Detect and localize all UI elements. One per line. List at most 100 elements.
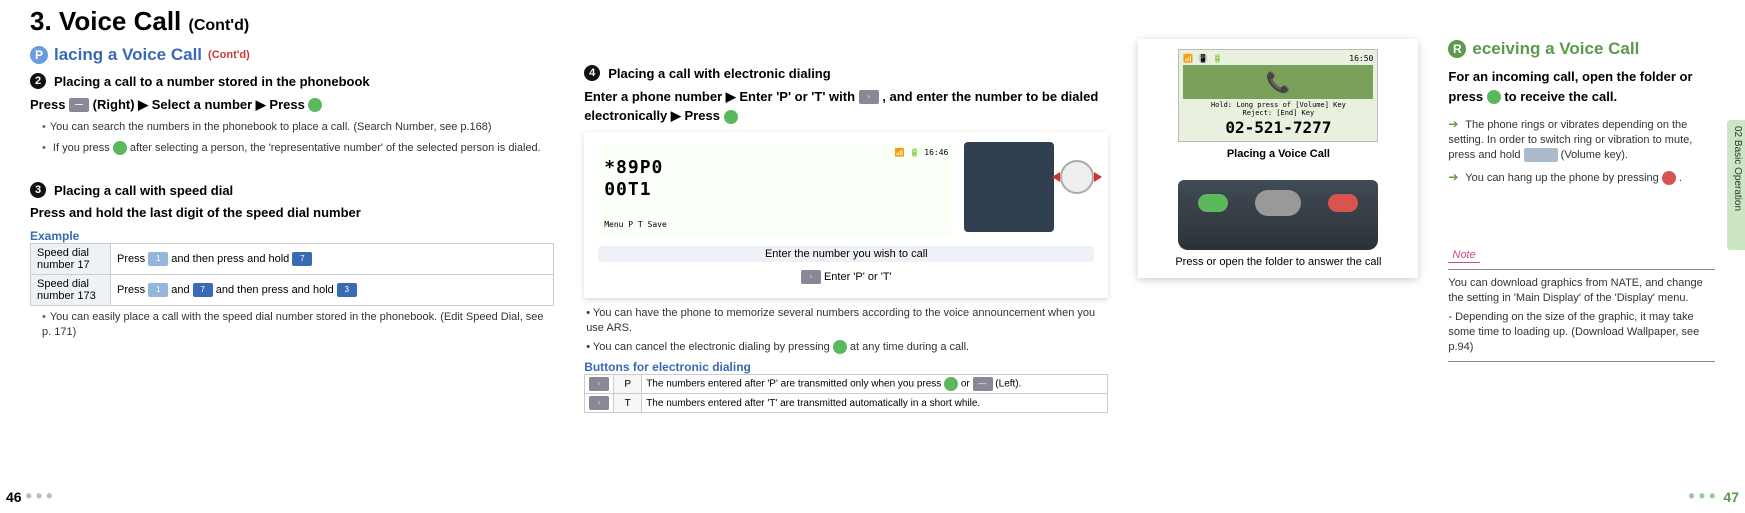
step2-instr-b: (Right) ▶ Select a number ▶ Press <box>93 97 305 112</box>
section-receiving-head: R eceiving a Voice Call <box>1448 39 1715 59</box>
step3-foot: •You can easily place a call with the sp… <box>42 310 554 340</box>
table-row: Speed dial number 17 Press 1 and then pr… <box>31 243 554 274</box>
receiving-bullet1: ➔ The phone rings or vibrates depending … <box>1448 116 1715 163</box>
dots-icon: ••• <box>26 486 57 506</box>
sd173-label: Speed dial number 173 <box>31 274 111 305</box>
title-prefix: 3. <box>30 6 52 36</box>
folder-keypad-illustration <box>1178 180 1378 250</box>
electronic-dial-buttons-table: ◦ P The numbers entered after 'P' are tr… <box>584 374 1108 413</box>
call-key-icon-3 <box>724 110 738 124</box>
phone-screen: 📶 🔋 16:46 *89P0 00T1 Menu P T Save <box>598 142 954 236</box>
badge-p: P <box>30 46 48 64</box>
callout-enter-pt: ◦ Enter 'P' or 'T' <box>598 270 1094 284</box>
end-key-icon <box>1662 171 1676 185</box>
step-2-instr: Press — (Right) ▶ Select a number ▶ Pres… <box>30 95 554 115</box>
table-row: ◦ T The numbers entered after 'T' are tr… <box>585 394 1108 413</box>
t-desc-cell: The numbers entered after 'T' are transm… <box>642 394 1108 413</box>
phone-card-1: 📶 📳 🔋16:50 📞 Hold: Long press of [Volume… <box>1138 39 1418 278</box>
incoming-number: 02-521-7277 <box>1183 118 1373 137</box>
note-rule-2 <box>1448 361 1715 362</box>
arrow-icon: ➔ <box>1448 117 1458 131</box>
step2-note1: •You can search the numbers in the phone… <box>42 120 554 135</box>
electronic-dial-figure: 📶 🔋 16:46 *89P0 00T1 Menu P T Save Enter… <box>584 132 1108 298</box>
col-right: 📶 📳 🔋16:50 📞 Hold: Long press of [Volume… <box>1138 39 1715 413</box>
green-call-button <box>1198 194 1228 212</box>
nav-key-icon-2: ◦ <box>859 90 879 104</box>
step3-instr: Press and hold the last digit of the spe… <box>30 203 554 223</box>
page-number-right: •••47 <box>1689 486 1739 507</box>
call-key-icon-6 <box>1487 90 1501 104</box>
nav-key-icon-3: — <box>973 377 993 391</box>
sd17-label: Speed dial number 17 <box>31 243 111 274</box>
arrow-icon-2: ➔ <box>1448 170 1458 184</box>
screen-time2: 16:50 <box>1349 54 1373 63</box>
call-key-icon <box>308 98 322 112</box>
nav-key-icon: — <box>69 98 89 112</box>
section-receiving-title: eceiving a Voice Call <box>1472 39 1639 59</box>
call-key-icon-2 <box>113 141 127 155</box>
step-4-head: Placing a call with electronic dialing <box>608 65 831 83</box>
step4-bullet1: • You can have the phone to memorize sev… <box>586 306 1108 336</box>
example-label: Example <box>30 229 554 243</box>
callout-enter-number: Enter the number you wish to call <box>598 246 1094 262</box>
key-7b-icon: 7 <box>193 283 213 297</box>
note-line1: You can download graphics from NATE, and… <box>1448 276 1715 306</box>
sd173-desc: Press 1 and 7 and then press and hold 3 <box>111 274 554 305</box>
note-line2: - Depending on the size of the graphic, … <box>1448 310 1715 355</box>
step-3-badge: 3 <box>30 182 46 198</box>
keypad-illustration <box>964 142 1054 232</box>
step-2-head: Placing a call to a number stored in the… <box>54 73 370 91</box>
volume-key-icon <box>1524 148 1558 162</box>
step-3-head: Placing a call with speed dial <box>54 182 233 200</box>
section-placing-head: P lacing a Voice Call (Cont'd) <box>30 45 554 65</box>
step-4-badge: 4 <box>584 65 600 81</box>
page-title: 3. Voice Call (Cont'd) <box>0 0 1745 39</box>
incoming-call-screen: 📶 📳 🔋16:50 📞 Hold: Long press of [Volume… <box>1178 49 1378 142</box>
nav-icon-small: ◦ <box>801 270 821 284</box>
step-2-badge: 2 <box>30 73 46 89</box>
note-rule <box>1448 269 1715 270</box>
call-key-icon-4 <box>833 340 847 354</box>
step2-instr-a: Press <box>30 97 65 112</box>
key-3-icon: 3 <box>337 283 357 297</box>
screen-time: 📶 🔋 16:46 <box>604 148 948 158</box>
nav-icon-cell: ◦ <box>585 375 614 394</box>
call-key-icon-5 <box>944 377 958 391</box>
note-label: Note <box>1448 249 1479 263</box>
badge-r: R <box>1448 40 1466 58</box>
speed-dial-table: Speed dial number 17 Press 1 and then pr… <box>30 243 554 306</box>
handset-icon: 📞 <box>1266 70 1291 94</box>
key-1b-icon: 1 <box>148 283 168 297</box>
btns-head: Buttons for electronic dialing <box>584 360 1108 374</box>
table-row: ◦ P The numbers entered after 'P' are tr… <box>585 375 1108 394</box>
p-desc-cell: The numbers entered after 'P' are transm… <box>642 375 1108 394</box>
key-7-icon: 7 <box>292 252 312 266</box>
page-number-left: 46••• <box>6 486 56 507</box>
section-placing-title: lacing a Voice Call <box>54 45 202 65</box>
side-tab: 02 Basic Operation <box>1727 120 1745 250</box>
phone-illustration-col: 📶 📳 🔋16:50 📞 Hold: Long press of [Volume… <box>1138 39 1418 413</box>
receiving-text-col: R eceiving a Voice Call For an incoming … <box>1448 39 1715 413</box>
receiving-bullet2: ➔ You can hang up the phone by pressing … <box>1448 169 1715 186</box>
note-box: Note You can download graphics from NATE… <box>1448 245 1715 361</box>
title-main: Voice Call <box>59 6 181 36</box>
p-key-cell: P <box>614 375 642 394</box>
section-placing-suffix: (Cont'd) <box>208 49 250 61</box>
dots-icon-r: ••• <box>1689 486 1720 506</box>
receiving-head-instr: For an incoming call, open the folder or… <box>1448 67 1715 106</box>
step2-note2: • If you press after selecting a person,… <box>42 141 554 156</box>
screen-hint: Hold: Long press of [Volume] Key Reject:… <box>1183 101 1373 118</box>
screen-menu: Menu P T Save <box>604 220 948 230</box>
caption-answer: Press or open the folder to answer the c… <box>1148 256 1408 268</box>
center-nav-button <box>1255 190 1301 216</box>
key-1-icon: 1 <box>148 252 168 266</box>
col-left-a: P lacing a Voice Call (Cont'd) 2 Placing… <box>30 39 554 413</box>
caption-placing: Placing a Voice Call <box>1148 148 1408 160</box>
step4-instr: Enter a phone number ▶ Enter 'P' or 'T' … <box>584 87 1108 126</box>
table-row: Speed dial number 173 Press 1 and 7 and … <box>31 274 554 305</box>
sd17-desc: Press 1 and then press and hold 7 <box>111 243 554 274</box>
step4-bullet2: • You can cancel the electronic dialing … <box>586 340 1108 355</box>
nav-dpad-icon <box>1060 160 1094 194</box>
t-key-cell: T <box>614 394 642 413</box>
red-end-button <box>1328 194 1358 212</box>
